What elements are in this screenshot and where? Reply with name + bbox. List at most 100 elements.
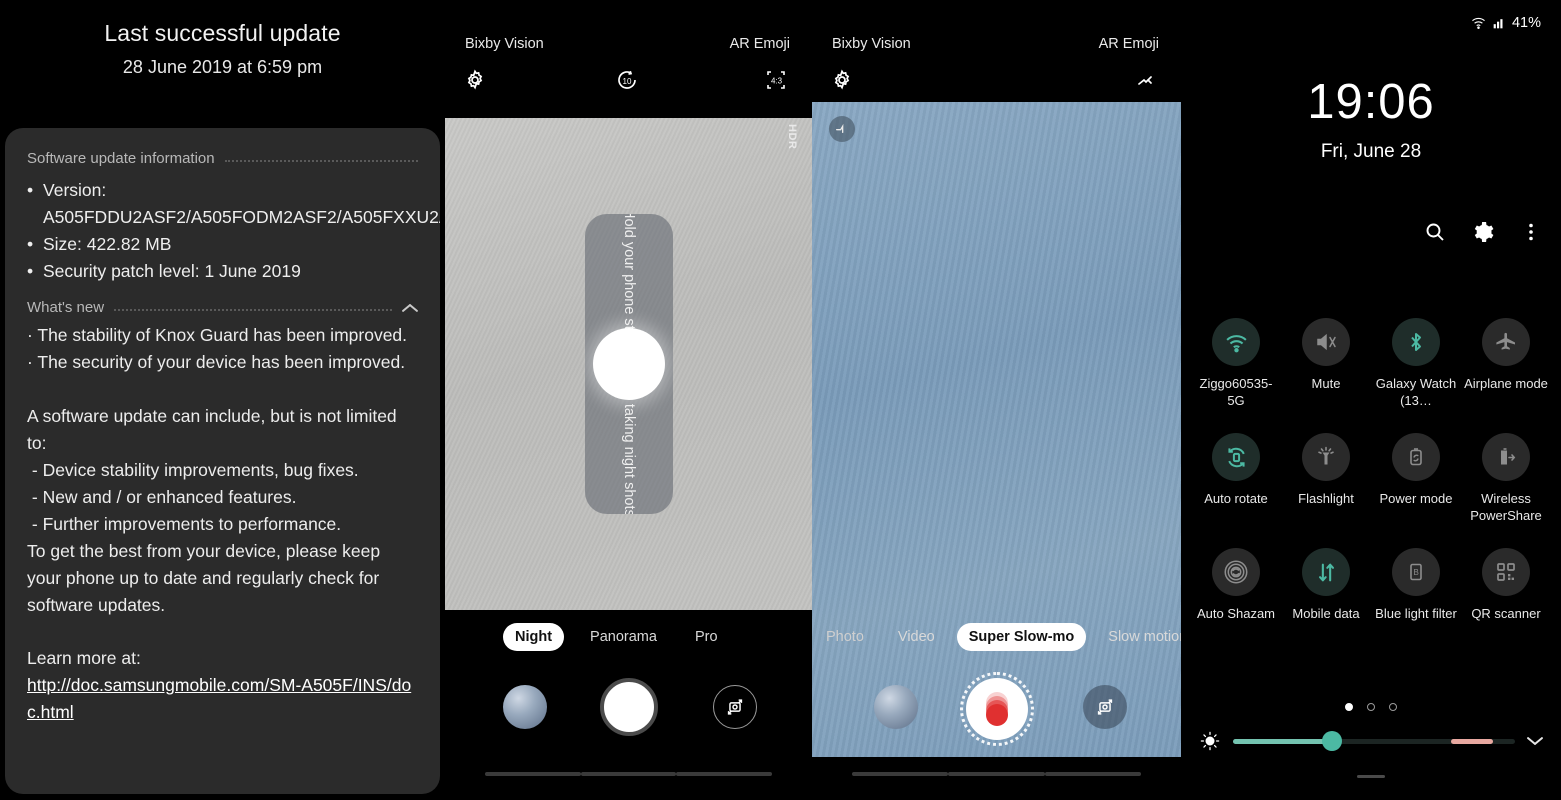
tile-bluetooth[interactable]: Galaxy Watch (13… <box>1371 318 1461 409</box>
tile-auto-rotate[interactable]: Auto rotate <box>1191 433 1281 524</box>
navigation-gesture-bars[interactable] <box>812 772 1181 776</box>
nav-bar-pill[interactable] <box>852 772 949 776</box>
learn-more-label: Learn more at: <box>27 648 141 668</box>
tile-row: Auto rotate Flashlight Power mode Wirele… <box>1191 433 1551 524</box>
gear-icon[interactable] <box>830 68 858 96</box>
nav-bar-pill[interactable] <box>485 772 581 776</box>
camera-top-labels: Bixby Vision AR Emoji <box>445 36 812 58</box>
chevron-up-icon[interactable] <box>402 300 418 316</box>
auto-rotate-icon[interactable] <box>1212 433 1260 481</box>
camera-mode-super-slow-mo[interactable]: Super Slow-mo <box>956 623 1087 651</box>
search-icon[interactable] <box>1423 220 1447 244</box>
tile-blue-light-filter[interactable]: B Blue light filter <box>1371 548 1461 622</box>
timer-10s-icon[interactable]: 10 <box>615 68 643 96</box>
learn-more-link[interactable]: http://doc.samsungmobile.com/SM-A505F/IN… <box>27 672 418 726</box>
tile-auto-shazam[interactable]: Auto Shazam <box>1191 548 1281 622</box>
mute-icon[interactable] <box>1302 318 1350 366</box>
switch-camera-icon[interactable] <box>713 685 757 729</box>
super-slowmo-record-button[interactable] <box>959 672 1034 746</box>
page-dot[interactable] <box>1367 703 1375 711</box>
camera-top-labels: Bixby Vision AR Emoji <box>812 36 1181 58</box>
page-dot[interactable] <box>1389 703 1397 711</box>
chevron-down-icon[interactable] <box>1527 731 1547 751</box>
tile-label: Galaxy Watch (13… <box>1375 376 1457 408</box>
camera-mode-pro[interactable]: Pro <box>683 623 730 651</box>
slow-motion-badge-icon[interactable] <box>829 116 855 142</box>
nav-bar-pill[interactable] <box>948 772 1045 776</box>
camera-mode-panorama[interactable]: Panorama <box>578 623 669 651</box>
svg-text:B: B <box>1414 568 1419 577</box>
bixby-vision-button[interactable]: Bixby Vision <box>465 36 544 52</box>
ar-emoji-button[interactable]: AR Emoji <box>730 36 790 52</box>
brightness-thumb[interactable] <box>1321 731 1342 751</box>
brightness-control[interactable] <box>1199 730 1547 752</box>
power-mode-icon[interactable] <box>1392 433 1440 481</box>
aspect-ratio-4-3-icon[interactable]: 4:3 <box>764 68 792 96</box>
tile-mute[interactable]: Mute <box>1281 318 1371 409</box>
qr-scanner-icon[interactable] <box>1482 548 1530 596</box>
gallery-thumbnail[interactable] <box>874 685 918 729</box>
nav-bar-pill[interactable] <box>580 772 677 776</box>
brightness-icon <box>1199 730 1221 752</box>
tile-qr-scanner[interactable]: QR scanner <box>1461 548 1551 622</box>
page-title: Last successful update <box>104 20 341 46</box>
camera-mode-video[interactable]: Video <box>886 623 947 651</box>
ar-emoji-button[interactable]: AR Emoji <box>1099 36 1159 52</box>
bluetooth-icon[interactable] <box>1392 318 1440 366</box>
whats-new-header[interactable]: What's new <box>27 299 418 316</box>
nav-bar-pill[interactable] <box>676 772 773 776</box>
wifi-icon[interactable] <box>1212 318 1260 366</box>
gallery-thumbnail[interactable] <box>503 685 547 729</box>
divider <box>114 308 392 311</box>
mobile-data-icon[interactable] <box>1302 548 1350 596</box>
switch-camera-icon[interactable] <box>1083 685 1127 729</box>
shazam-icon[interactable] <box>1212 548 1260 596</box>
list-item: Size: 422.82 MB <box>27 231 418 258</box>
camera-mode-night[interactable]: Night <box>503 623 565 651</box>
camera-viewfinder-slowmo[interactable] <box>812 102 1181 757</box>
wireless-powershare-icon[interactable] <box>1482 433 1530 481</box>
tile-flashlight[interactable]: Flashlight <box>1281 433 1371 524</box>
gear-icon[interactable] <box>463 68 491 96</box>
panel-drag-handle[interactable] <box>1357 775 1385 778</box>
brightness-fill <box>1233 738 1332 744</box>
airplane-icon[interactable] <box>1482 318 1530 366</box>
record-icon <box>985 692 1008 726</box>
tile-label: Ziggo60535-5G <box>1199 376 1273 408</box>
shutter-button[interactable] <box>599 678 658 736</box>
camera-mode-selector-night[interactable]: Night Panorama Pro <box>445 620 812 654</box>
blue-light-filter-icon[interactable]: B <box>1392 548 1440 596</box>
tile-wifi[interactable]: Ziggo60535-5G <box>1191 318 1281 409</box>
divider <box>224 159 418 162</box>
svg-text:4:3: 4:3 <box>771 77 783 86</box>
camera-bottom-bar-slowmo <box>812 665 1181 785</box>
overflow-menu-icon[interactable] <box>1519 220 1543 244</box>
camera-viewfinder-night[interactable]: HDR Hold your phone steady when taking n… <box>445 118 812 610</box>
camera-mode-photo[interactable]: Photo <box>814 623 876 651</box>
tile-airplane-mode[interactable]: Airplane mode <box>1461 318 1551 409</box>
nav-bar-pill[interactable] <box>1044 772 1141 776</box>
quick-settings-tiles: Ziggo60535-5G Mute Galaxy Watch (13… Air… <box>1191 318 1551 622</box>
brightness-slider[interactable] <box>1233 731 1515 751</box>
motion-detection-icon[interactable] <box>1133 68 1161 96</box>
gear-icon[interactable] <box>1471 220 1495 244</box>
page-indicator-dots[interactable] <box>1181 703 1561 711</box>
camera-super-slowmo-screen: Bixby Vision AR Emoji Photo Video Super … <box>812 0 1187 800</box>
camera-mode-selector-slowmo[interactable]: Photo Video Super Slow-mo Slow motion <box>812 620 1187 654</box>
tile-label: Auto rotate <box>1204 491 1268 506</box>
hdr-badge: HDR <box>786 124 798 150</box>
tile-wireless-powershare[interactable]: Wireless PowerShare <box>1461 433 1551 524</box>
multi-phone-screenshot-collage: Last successful update 28 June 2019 at 6… <box>0 0 1561 800</box>
flashlight-icon[interactable] <box>1302 433 1350 481</box>
navigation-gesture-bars[interactable] <box>445 772 812 776</box>
update-info-list: Version: A505FDDU2ASF2/A505FODM2ASF2/A50… <box>27 177 440 285</box>
whats-new-body: · The stability of Knox Guard has been i… <box>27 325 408 615</box>
quick-settings-actions <box>1423 220 1543 244</box>
tile-mobile-data[interactable]: Mobile data <box>1281 548 1371 622</box>
wifi-icon <box>1470 14 1487 31</box>
lock-clock: 19:06 Fri, June 28 <box>1181 78 1561 163</box>
svg-text:10: 10 <box>622 77 631 86</box>
tile-power-mode[interactable]: Power mode <box>1371 433 1461 524</box>
page-dot[interactable] <box>1345 703 1353 711</box>
bixby-vision-button[interactable]: Bixby Vision <box>832 36 911 52</box>
